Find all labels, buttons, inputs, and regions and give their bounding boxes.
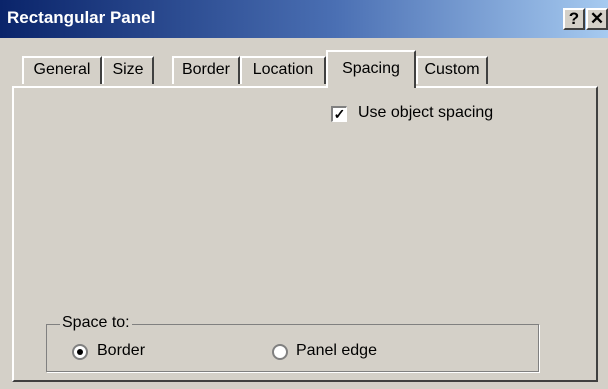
tab-custom[interactable]: Custom — [416, 56, 488, 84]
radio-selected-dot — [77, 349, 83, 355]
tab-location[interactable]: Location — [240, 56, 326, 84]
window-title: Rectangular Panel — [7, 8, 156, 27]
tab-general[interactable]: General — [22, 56, 102, 84]
use-object-spacing-checkbox[interactable]: ✓ — [331, 106, 347, 122]
tab-spacing[interactable]: Spacing — [326, 50, 416, 88]
title-bar: Rectangular Panel ? ✕ — [0, 0, 608, 38]
use-object-spacing-label[interactable]: Use object spacing — [358, 104, 493, 122]
panel-edge-radio[interactable] — [272, 344, 288, 360]
panel-edge-radio-label[interactable]: Panel edge — [296, 342, 377, 360]
border-radio-label[interactable]: Border — [97, 342, 145, 360]
help-button[interactable]: ? — [563, 8, 585, 30]
close-button[interactable]: ✕ — [586, 8, 608, 30]
tab-border[interactable]: Border — [172, 56, 240, 84]
space-to-legend: Space to: — [60, 314, 132, 332]
tab-size[interactable]: Size — [102, 56, 154, 84]
border-radio[interactable] — [72, 344, 88, 360]
